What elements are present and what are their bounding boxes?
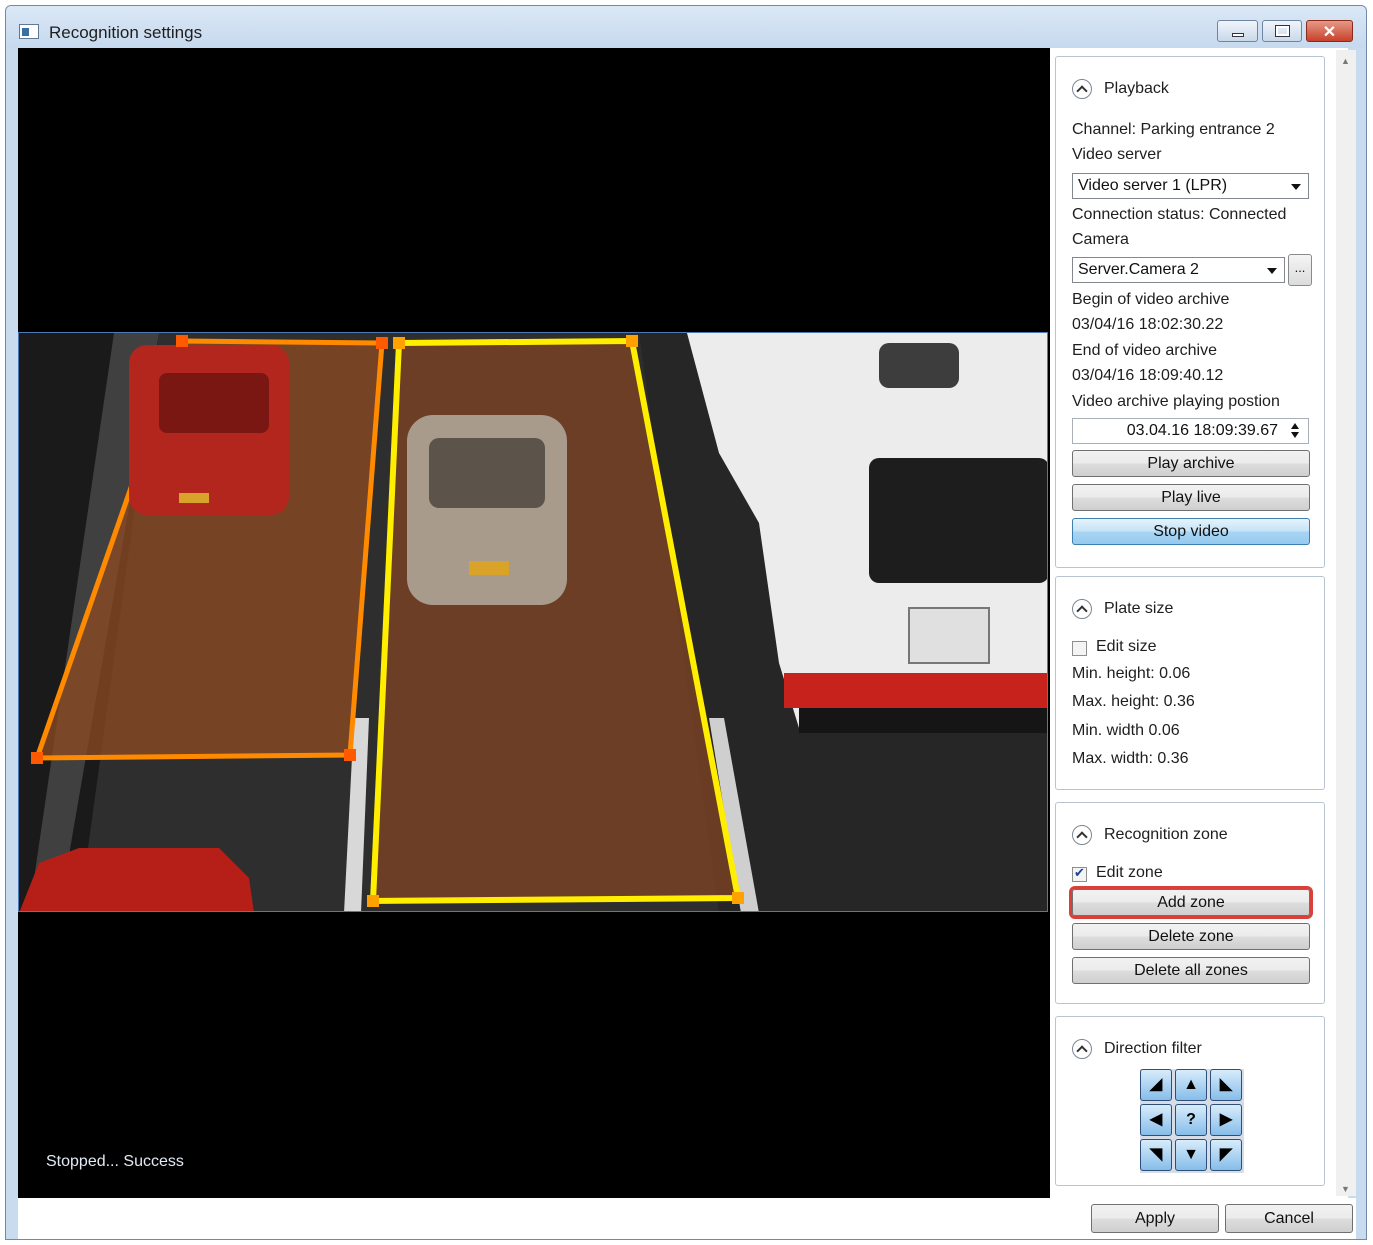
- plate-size-title: Plate size: [1104, 600, 1174, 617]
- video-server-value: Video server 1 (LPR): [1078, 177, 1228, 194]
- min-height: Min. height: 0.06: [1072, 665, 1191, 682]
- recognition-zone-panel: Recognition zone Edit zone Add zone Dele…: [1055, 802, 1325, 1004]
- camera-frame[interactable]: [18, 332, 1048, 912]
- play-archive-button[interactable]: Play archive: [1072, 450, 1310, 477]
- playback-panel: Playback Channel: Parking entrance 2 Vid…: [1055, 56, 1325, 568]
- position-spinner[interactable]: 03.04.16 18:09:39.67: [1072, 418, 1309, 444]
- video-view[interactable]: Stopped... Success: [18, 48, 1050, 1198]
- chevron-down-icon: [1291, 184, 1301, 190]
- plate-size-panel: Plate size Edit size Min. height: 0.06 M…: [1055, 576, 1325, 790]
- close-icon: ✕: [1322, 24, 1337, 41]
- archive-end-label: End of video archive: [1072, 342, 1217, 359]
- edit-zone-label: Edit zone: [1096, 864, 1163, 881]
- archive-begin-label: Begin of video archive: [1072, 291, 1230, 308]
- sidebar-scrollbar[interactable]: ▲ ▼: [1336, 50, 1356, 1196]
- settings-sidebar: Playback Channel: Parking entrance 2 Vid…: [1050, 48, 1348, 1198]
- delete-zone-button[interactable]: Delete zone: [1072, 923, 1310, 950]
- max-height: Max. height: 0.36: [1072, 693, 1195, 710]
- arrow-right-icon[interactable]: ▶: [1210, 1104, 1242, 1136]
- playback-title: Playback: [1104, 80, 1169, 97]
- maximize-button[interactable]: [1262, 20, 1302, 42]
- collapse-icon[interactable]: [1072, 1039, 1092, 1059]
- app-icon: [19, 24, 39, 39]
- close-button[interactable]: ✕: [1306, 20, 1353, 42]
- apply-button[interactable]: Apply: [1091, 1204, 1219, 1233]
- arrow-up-icon[interactable]: ▲: [1175, 1069, 1207, 1101]
- edit-size-label: Edit size: [1096, 638, 1157, 655]
- arrow-down-right-icon[interactable]: ◢: [1140, 1069, 1172, 1101]
- add-zone-button[interactable]: Add zone: [1069, 886, 1313, 919]
- camera-scene: [19, 333, 1047, 911]
- cancel-button[interactable]: Cancel: [1225, 1204, 1353, 1233]
- window-title: Recognition settings: [49, 23, 203, 42]
- status-text: Stopped... Success: [46, 1153, 184, 1170]
- archive-end-value: 03/04/16 18:09:40.12: [1072, 367, 1224, 384]
- scroll-down-icon[interactable]: ▼: [1341, 1184, 1350, 1194]
- camera-value: Server.Camera 2: [1078, 261, 1199, 278]
- recognition-zone-title: Recognition zone: [1104, 826, 1228, 843]
- position-label: Video archive playing postion: [1072, 393, 1280, 410]
- direction-filter-panel: Direction filter ◢ ▲ ◣ ◀ ? ▶ ◥ ▼ ◤: [1055, 1016, 1325, 1186]
- max-width: Max. width: 0.36: [1072, 750, 1189, 767]
- camera-select[interactable]: Server.Camera 2: [1072, 257, 1285, 283]
- dialog-footer: Apply Cancel: [18, 1198, 1356, 1239]
- arrow-up-right-icon[interactable]: ◥: [1140, 1139, 1172, 1171]
- edit-size-checkbox[interactable]: [1072, 641, 1087, 656]
- arrow-up-left-icon[interactable]: ◤: [1210, 1139, 1242, 1171]
- video-server-label: Video server: [1072, 146, 1162, 163]
- archive-begin-value: 03/04/16 18:02:30.22: [1072, 316, 1224, 333]
- title-bar: Recognition settings ✕: [6, 6, 1366, 48]
- collapse-icon[interactable]: [1072, 825, 1092, 845]
- direction-unknown-button[interactable]: ?: [1175, 1104, 1207, 1136]
- scroll-up-icon[interactable]: ▲: [1341, 56, 1350, 66]
- video-server-select[interactable]: Video server 1 (LPR): [1072, 173, 1309, 199]
- position-value: 03.04.16 18:09:39.67: [1126, 422, 1278, 439]
- delete-all-zones-button[interactable]: Delete all zones: [1072, 957, 1310, 984]
- arrow-down-left-icon[interactable]: ◣: [1210, 1069, 1242, 1101]
- collapse-icon[interactable]: [1072, 599, 1092, 619]
- chevron-down-icon: [1267, 268, 1277, 274]
- spin-down-icon[interactable]: [1291, 432, 1299, 438]
- min-width: Min. width 0.06: [1072, 722, 1180, 739]
- arrow-down-icon[interactable]: ▼: [1175, 1139, 1207, 1171]
- connection-status: Connection status: Connected: [1072, 206, 1287, 223]
- recognition-settings-window: Recognition settings ✕ Stopped... Succes…: [5, 5, 1367, 1240]
- edit-zone-checkbox[interactable]: [1072, 865, 1087, 882]
- channel-label: Channel: Parking entrance 2: [1072, 121, 1275, 138]
- play-live-button[interactable]: Play live: [1072, 484, 1310, 511]
- direction-filter-title: Direction filter: [1104, 1040, 1202, 1057]
- arrow-left-icon[interactable]: ◀: [1140, 1104, 1172, 1136]
- minimize-button[interactable]: [1217, 20, 1258, 42]
- camera-browse-button[interactable]: ...: [1288, 254, 1312, 286]
- camera-label: Camera: [1072, 231, 1129, 248]
- stop-video-button[interactable]: Stop video: [1072, 518, 1310, 545]
- direction-grid: ◢ ▲ ◣ ◀ ? ▶ ◥ ▼ ◤: [1140, 1069, 1244, 1173]
- spin-up-icon[interactable]: [1291, 423, 1299, 429]
- collapse-icon[interactable]: [1072, 79, 1092, 99]
